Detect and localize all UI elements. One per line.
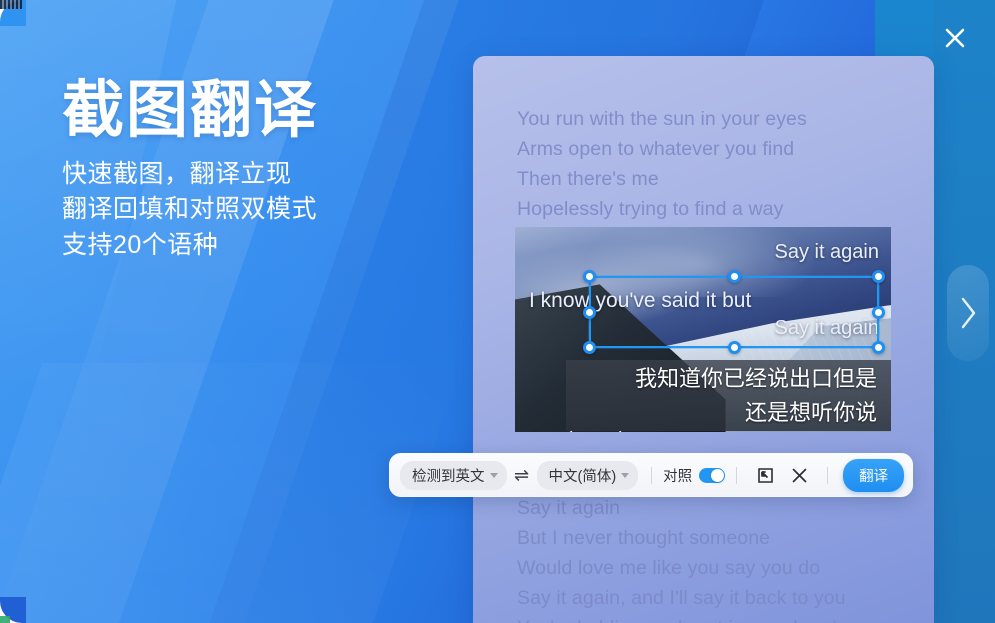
pin-icon[interactable] bbox=[752, 462, 778, 488]
lyrics-bottom-block: Say it again But I never thought someone… bbox=[517, 493, 934, 623]
lyrics-top-block: You run with the sun in your eyes Arms o… bbox=[517, 104, 934, 224]
lyrics-line: Then there's me bbox=[517, 164, 934, 194]
lyrics-line: You're holding my heart in your hands bbox=[517, 613, 934, 623]
resize-handle-bottom-center[interactable] bbox=[728, 341, 741, 354]
promo-subtitle-line-3: 支持20个语种 bbox=[62, 228, 462, 264]
close-icon bbox=[943, 26, 967, 50]
lyrics-line: Say it again bbox=[517, 493, 934, 523]
close-icon[interactable] bbox=[786, 462, 812, 488]
source-language-dropdown[interactable]: 检测到英文 bbox=[400, 461, 507, 490]
page-title: 截图翻译 bbox=[62, 78, 462, 144]
translation-line-2: 还是想听你说 bbox=[576, 396, 877, 430]
promo-subtitle-line-2: 翻译回填和对照双模式 bbox=[62, 192, 462, 228]
translation-line-1: 我知道你已经说出口但是 bbox=[576, 362, 877, 396]
resize-handle-top-left[interactable] bbox=[583, 270, 596, 283]
lyrics-line: Would love me like you say you do bbox=[517, 553, 934, 583]
chevron-down-icon bbox=[490, 473, 498, 478]
translation-toolbar: 检测到英文 ⇌ 中文(简体) 对照 bbox=[389, 453, 913, 497]
swap-languages-icon[interactable]: ⇌ bbox=[509, 465, 535, 486]
contrast-switch[interactable] bbox=[699, 468, 725, 483]
capture-artifact bbox=[0, 616, 10, 623]
contrast-mode-toggle[interactable]: 对照 bbox=[663, 465, 725, 486]
toolbar-divider bbox=[651, 467, 652, 484]
chevron-right-icon bbox=[958, 296, 978, 330]
capture-artifact bbox=[0, 0, 22, 9]
lyrics-line: Hopelessly trying to find a way bbox=[517, 194, 934, 224]
lyrics-line: You run with the sun in your eyes bbox=[517, 104, 934, 134]
window-close-button[interactable] bbox=[941, 24, 969, 52]
promo-subtitle: 快速截图，翻译立现 翻译回填和对照双模式 支持20个语种 bbox=[62, 157, 462, 264]
source-language-label: 检测到英文 bbox=[412, 465, 485, 486]
resize-handle-bottom-left[interactable] bbox=[583, 341, 596, 354]
promo-subtitle-line-1: 快速截图，翻译立现 bbox=[62, 157, 462, 193]
lyrics-line: Arms open to whatever you find bbox=[517, 134, 934, 164]
switch-knob bbox=[711, 469, 724, 482]
promo-block: 截图翻译 快速截图，翻译立现 翻译回填和对照双模式 支持20个语种 bbox=[62, 78, 462, 263]
resize-handle-top-right[interactable] bbox=[872, 270, 885, 283]
target-language-dropdown[interactable]: 中文(简体) bbox=[537, 461, 639, 490]
app-window: 截图翻译 快速截图，翻译立现 翻译回填和对照双模式 支持20个语种 You ru… bbox=[0, 0, 995, 623]
translate-button[interactable]: 翻译 bbox=[843, 459, 904, 492]
next-slide-button[interactable] bbox=[947, 265, 989, 361]
lyrics-line: Say it again, and I'll say it back to yo… bbox=[517, 583, 934, 613]
resize-handle-bottom-right[interactable] bbox=[872, 341, 885, 354]
toolbar-divider bbox=[736, 467, 737, 484]
translation-overlay: 我知道你已经说出口但是 还是想听你说 bbox=[566, 360, 891, 431]
contrast-mode-label: 对照 bbox=[663, 465, 692, 486]
resize-handle-middle-right[interactable] bbox=[872, 306, 885, 319]
resize-handle-middle-left[interactable] bbox=[583, 306, 596, 319]
lyrics-line: But I never thought someone bbox=[517, 523, 934, 553]
photo-caption: Say it again bbox=[774, 239, 879, 266]
chevron-down-icon bbox=[621, 473, 629, 478]
selection-rectangle[interactable] bbox=[589, 276, 879, 348]
resize-handle-top-center[interactable] bbox=[728, 270, 741, 283]
toolbar-divider bbox=[827, 467, 828, 484]
target-language-label: 中文(简体) bbox=[549, 465, 617, 486]
